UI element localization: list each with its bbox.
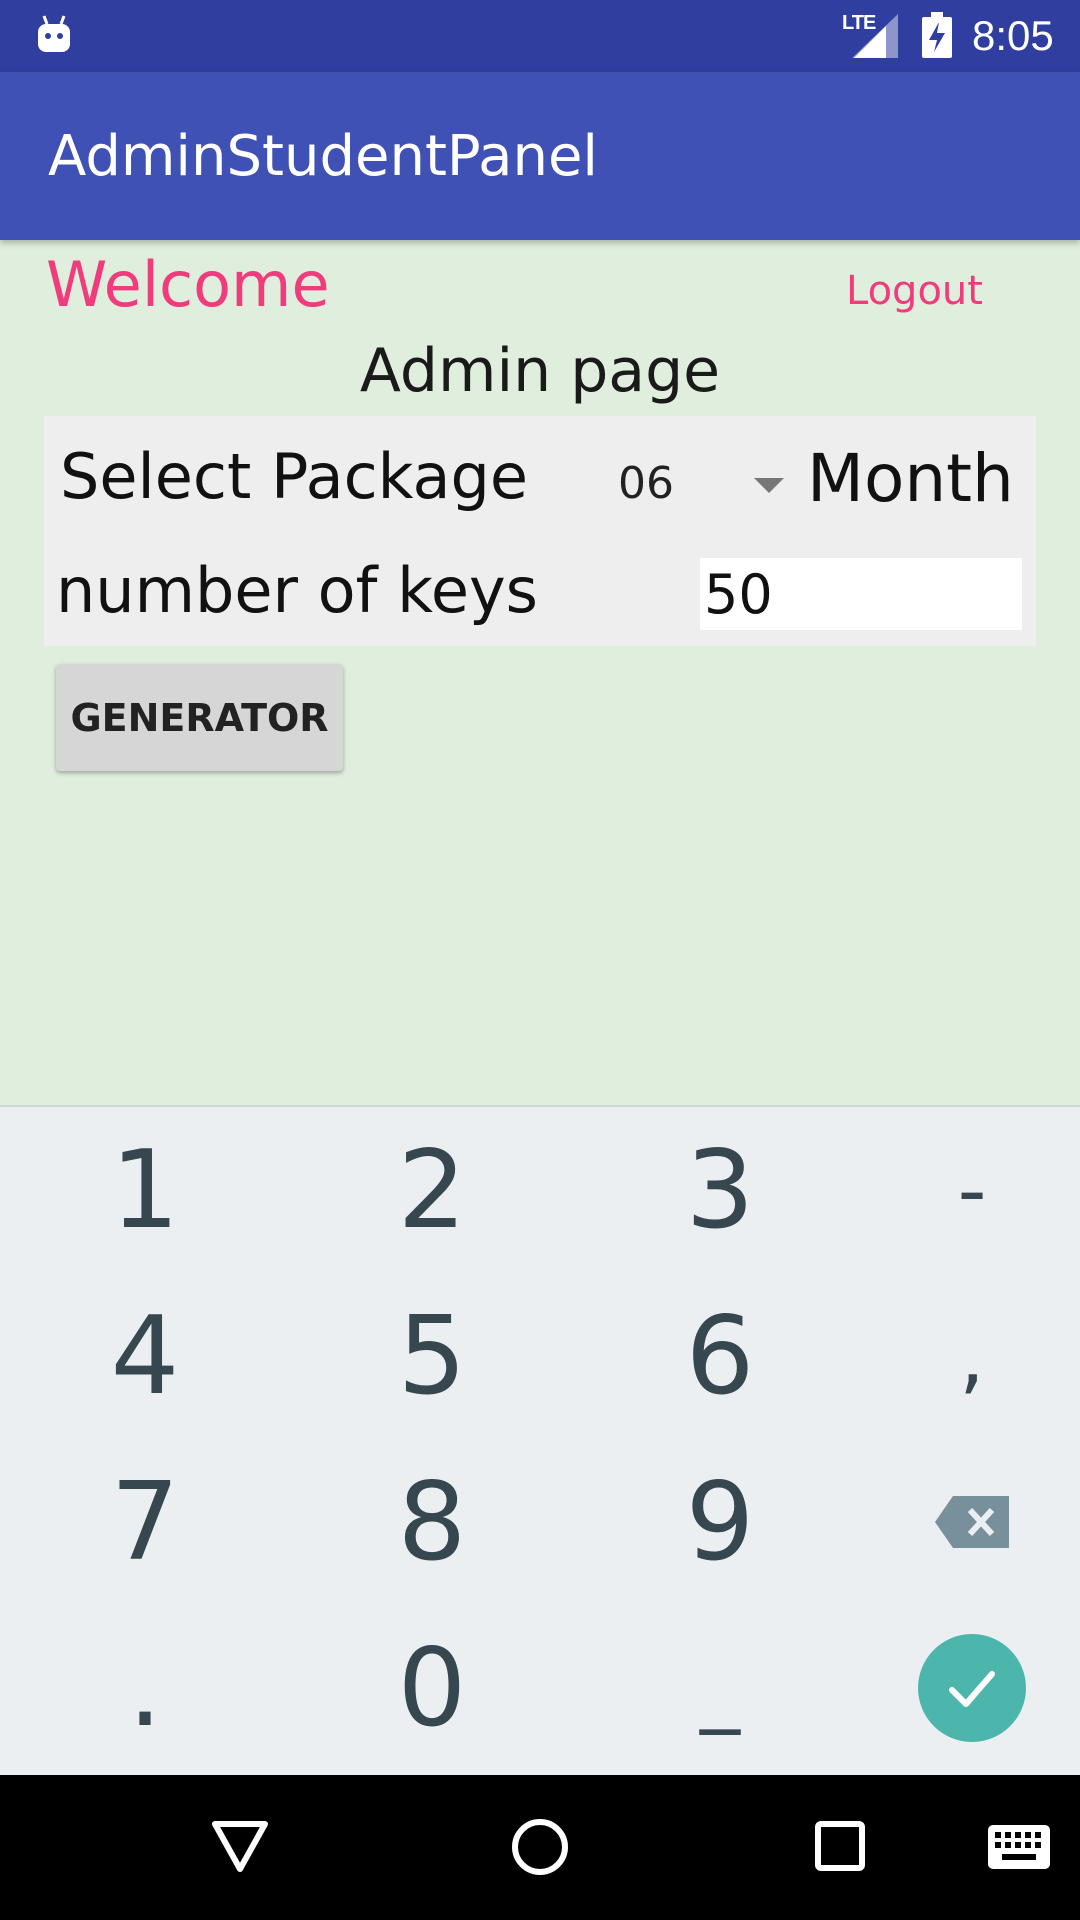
keyboard-switch-icon[interactable] bbox=[988, 1825, 1050, 1869]
navigation-bar bbox=[0, 1775, 1080, 1920]
status-bar: LTE 8:05 bbox=[0, 0, 1080, 72]
select-package-label: Select Package bbox=[60, 440, 528, 513]
welcome-text: Welcome bbox=[46, 248, 330, 321]
backspace-key[interactable] bbox=[837, 1439, 1080, 1605]
recents-icon[interactable] bbox=[814, 1820, 866, 1872]
dropdown-arrow-icon[interactable] bbox=[754, 478, 784, 493]
key-1[interactable]: 1 bbox=[10, 1107, 280, 1273]
key-8[interactable]: 8 bbox=[297, 1439, 567, 1605]
done-button[interactable] bbox=[918, 1634, 1026, 1742]
android-debug-icon bbox=[38, 15, 70, 52]
backspace-icon bbox=[935, 1496, 1009, 1548]
page-title: Admin page bbox=[359, 336, 721, 406]
generator-button[interactable]: GENERATOR bbox=[56, 664, 343, 771]
package-spinner[interactable]: 06 bbox=[618, 458, 674, 509]
number-of-keys-input[interactable] bbox=[700, 558, 1022, 630]
package-unit-label: Month bbox=[807, 440, 1014, 517]
key-comma[interactable]: , bbox=[837, 1273, 1080, 1439]
home-icon[interactable] bbox=[510, 1817, 570, 1877]
back-icon[interactable] bbox=[210, 1819, 270, 1875]
key-4[interactable]: 4 bbox=[10, 1273, 280, 1439]
done-check-icon bbox=[949, 1671, 995, 1707]
key-2[interactable]: 2 bbox=[297, 1107, 567, 1273]
done-key[interactable] bbox=[837, 1605, 1080, 1771]
logout-link[interactable]: Logout bbox=[846, 268, 983, 314]
signal-icon bbox=[852, 14, 898, 58]
key-3[interactable]: 3 bbox=[585, 1107, 855, 1273]
key-minus[interactable]: - bbox=[837, 1107, 1080, 1273]
package-form-panel: Select Package 06 Month number of keys bbox=[44, 416, 1036, 646]
number-of-keys-label: number of keys bbox=[56, 554, 538, 627]
key-period[interactable]: . bbox=[10, 1605, 280, 1771]
numeric-keyboard: 1 2 3 - 4 5 6 , 7 8 9 . 0 _ bbox=[0, 1105, 1080, 1775]
key-6[interactable]: 6 bbox=[585, 1273, 855, 1439]
app-title: AdminStudentPanel bbox=[48, 124, 598, 189]
battery-charging-icon bbox=[922, 12, 952, 58]
key-7[interactable]: 7 bbox=[10, 1439, 280, 1605]
app-bar: AdminStudentPanel bbox=[0, 72, 1080, 240]
clock: 8:05 bbox=[972, 12, 1054, 59]
key-9[interactable]: 9 bbox=[585, 1439, 855, 1605]
key-space[interactable]: _ bbox=[585, 1605, 855, 1771]
key-0[interactable]: 0 bbox=[297, 1605, 567, 1771]
key-5[interactable]: 5 bbox=[297, 1273, 567, 1439]
